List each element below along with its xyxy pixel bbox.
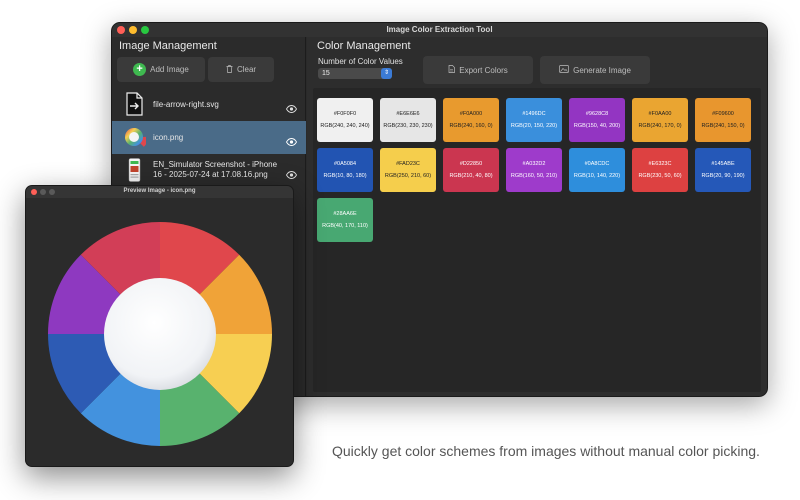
color-count-value: 15 <box>322 70 330 77</box>
swatch-rgb: RGB(240, 170, 0) <box>638 123 682 129</box>
color-swatch[interactable]: #F0A000 RGB(240, 160, 0) <box>443 98 499 142</box>
titlebar: Image Color Extraction Tool <box>112 23 767 37</box>
add-image-button[interactable]: + Add Image <box>117 57 205 82</box>
plus-icon: + <box>133 63 147 76</box>
swatch-hex: #9628C8 <box>585 111 609 117</box>
color-wheel-thumb <box>120 123 148 151</box>
wheel-center <box>104 278 216 390</box>
swatch-hex: #F0AA00 <box>648 111 672 117</box>
swatch-rgb: RGB(160, 50, 210) <box>510 173 558 179</box>
swatch-grid: #F0F0F0 RGB(240, 240, 240) #E6E6E6 RGB(230,… <box>313 88 761 392</box>
swatch-hex: #F0F0F0 <box>333 111 357 117</box>
color-swatch[interactable]: #145ABE RGB(20, 90, 190) <box>695 148 751 192</box>
file-arrow-icon <box>122 92 146 116</box>
file-item-icon-png[interactable]: icon.png <box>112 121 306 154</box>
swatch-rgb: RGB(240, 240, 240) <box>320 123 370 129</box>
swatch-hex: #0A5084 <box>333 161 357 167</box>
color-count-select[interactable]: 15 ⇕ <box>318 68 392 79</box>
color-management-pane: Color Management Number of Color Values … <box>307 37 767 396</box>
window-title: Image Color Extraction Tool <box>386 25 493 34</box>
swatch-hex: #A032D2 <box>522 161 546 167</box>
file-item-screenshot[interactable]: EN_Simulator Screenshot - iPhone 16 - 20… <box>112 154 306 187</box>
swatch-hex: #FAD23C <box>396 161 420 167</box>
swatch-hex: #D22850 <box>459 161 483 167</box>
swatch-rgb: RGB(40, 170, 110) <box>322 223 368 229</box>
swatch-hex: #E6E6E6 <box>396 111 420 117</box>
swatch-rgb: RGB(20, 150, 220) <box>510 123 558 129</box>
file-list: file-arrow-right.svg icon.png EN_Simulat… <box>112 88 306 187</box>
export-colors-label: Export Colors <box>459 65 508 75</box>
select-chevron-icon: ⇕ <box>381 68 392 79</box>
color-swatch[interactable]: #9628C8 RGB(150, 40, 200) <box>569 98 625 142</box>
swatch-rgb: RGB(250, 210, 60) <box>384 173 432 179</box>
color-swatch[interactable]: #28AA6E RGB(40, 170, 110) <box>317 198 373 242</box>
swatch-rgb: RGB(20, 90, 190) <box>701 173 745 179</box>
color-swatch[interactable]: #F0F0F0 RGB(240, 240, 240) <box>317 98 373 142</box>
color-swatch[interactable]: #D22850 RGB(210, 40, 80) <box>443 148 499 192</box>
color-swatch[interactable]: #E6E6E6 RGB(230, 230, 230) <box>380 98 436 142</box>
eye-icon[interactable] <box>285 133 298 146</box>
swatch-rgb: RGB(150, 40, 200) <box>573 123 621 129</box>
file-name: icon.png <box>153 133 184 142</box>
swatch-hex: #F09600 <box>712 111 734 117</box>
preview-title: Preview Image - icon.png <box>123 188 196 194</box>
trash-icon <box>226 64 233 75</box>
preview-titlebar: Preview Image - icon.png <box>26 186 293 198</box>
preview-window: Preview Image - icon.png <box>25 185 294 467</box>
swatch-hex: #28AA6E <box>333 211 357 217</box>
image-management-heading: Image Management <box>119 40 217 52</box>
swatch-rgb: RGB(240, 150, 0) <box>701 123 745 129</box>
file-item-svg[interactable]: file-arrow-right.svg <box>112 88 306 121</box>
swatch-hex: #145ABE <box>711 161 735 167</box>
eye-icon[interactable] <box>285 166 298 179</box>
swatch-rgb: RGB(230, 230, 230) <box>383 123 433 129</box>
swatch-hex: #F0A000 <box>459 111 483 117</box>
swatch-hex: #0A8CDC <box>584 161 610 167</box>
color-swatch[interactable]: #1496DC RGB(20, 150, 220) <box>506 98 562 142</box>
add-image-label: Add Image <box>150 65 189 74</box>
swatch-rgb: RGB(240, 160, 0) <box>449 123 493 129</box>
swatch-rgb: RGB(10, 80, 180) <box>323 173 367 179</box>
generate-image-button[interactable]: Generate Image <box>540 56 650 84</box>
color-management-heading: Color Management <box>317 40 411 52</box>
color-swatch[interactable]: #0A5084 RGB(10, 80, 180) <box>317 148 373 192</box>
export-icon <box>448 65 456 75</box>
generate-image-label: Generate Image <box>573 65 631 75</box>
clear-label: Clear <box>236 65 257 74</box>
export-colors-button[interactable]: Export Colors <box>423 56 533 84</box>
file-name: EN_Simulator Screenshot - iPhone 16 - 20… <box>153 160 278 179</box>
color-swatch[interactable]: #F0AA00 RGB(240, 170, 0) <box>632 98 688 142</box>
color-swatch[interactable]: #E6323C RGB(230, 50, 60) <box>632 148 688 192</box>
screenshot-thumb <box>122 158 146 182</box>
color-count-label: Number of Color Values <box>318 57 403 66</box>
color-swatch[interactable]: #FAD23C RGB(250, 210, 60) <box>380 148 436 192</box>
color-swatch[interactable]: #A032D2 RGB(160, 50, 210) <box>506 148 562 192</box>
color-swatch[interactable]: #F09600 RGB(240, 150, 0) <box>695 98 751 142</box>
swatch-rgb: RGB(210, 40, 80) <box>449 173 493 179</box>
clear-button[interactable]: Clear <box>208 57 274 82</box>
file-name: file-arrow-right.svg <box>153 100 219 109</box>
swatch-hex: #1496DC <box>522 111 546 117</box>
image-icon <box>559 65 569 75</box>
eye-icon[interactable] <box>285 100 298 113</box>
color-wheel-image <box>48 222 272 446</box>
swatch-hex: #E6323C <box>648 161 672 167</box>
swatch-rgb: RGB(230, 50, 60) <box>638 173 682 179</box>
tagline: Quickly get color schemes from images wi… <box>332 443 760 459</box>
color-swatch[interactable]: #0A8CDC RGB(10, 140, 220) <box>569 148 625 192</box>
swatch-rgb: RGB(10, 140, 220) <box>573 173 621 179</box>
